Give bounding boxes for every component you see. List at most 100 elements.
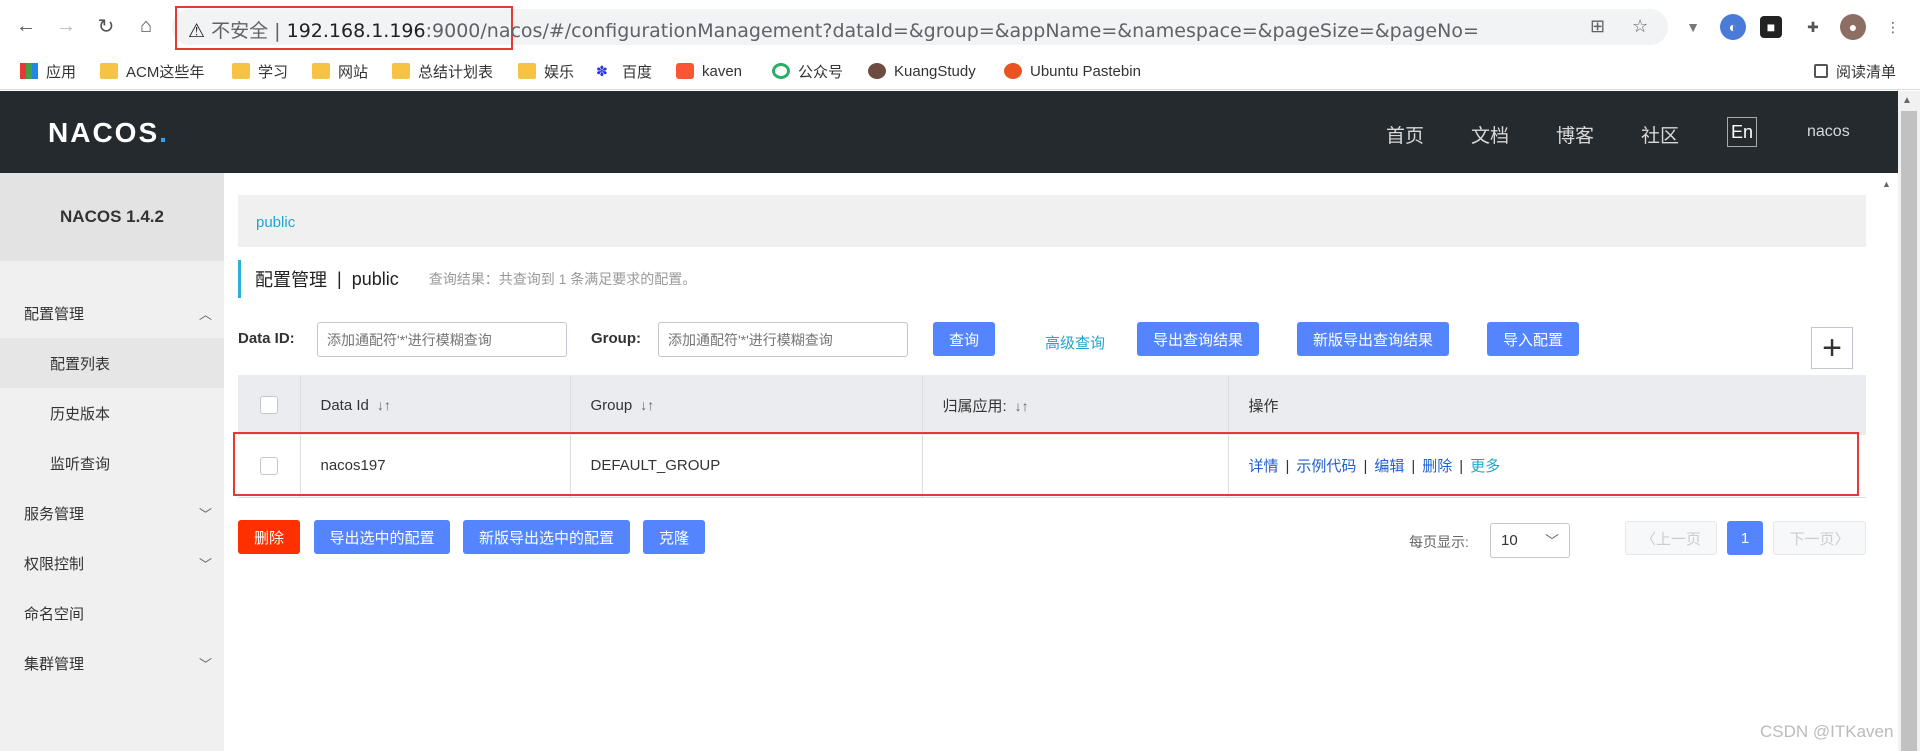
sort-icon[interactable]: ↓↑: [1015, 398, 1029, 414]
nav-community[interactable]: 社区: [1641, 121, 1679, 148]
language-switch-button[interactable]: En: [1727, 117, 1757, 147]
extension-icon[interactable]: ◐: [1720, 14, 1746, 40]
bookmark-label: KuangStudy: [894, 62, 976, 80]
more-link[interactable]: 更多: [1470, 458, 1500, 475]
export-selected-button[interactable]: 导出选中的配置: [314, 520, 450, 554]
sidebar-item-history[interactable]: 历史版本: [0, 388, 224, 438]
page-size-value: 10: [1501, 532, 1518, 549]
query-result-text: 查询结果：共查询到 1 条满足要求的配置。: [428, 271, 697, 287]
bookmark-sites[interactable]: 网站: [312, 60, 368, 82]
sidebar-item-config-management[interactable]: 配置管理 ︿: [0, 288, 224, 338]
menu-icon[interactable]: ⋮: [1880, 14, 1906, 40]
sidebar: NACOS 1.4.2 配置管理 ︿ 配置列表 历史版本 监听查询 服务管理 ﹀ 权…: [0, 173, 224, 751]
import-config-button[interactable]: 导入配置: [1487, 322, 1579, 356]
user-name[interactable]: nacos: [1807, 123, 1850, 141]
prev-page-button[interactable]: 〈上一页: [1625, 521, 1717, 555]
translate-icon[interactable]: ⊞: [1590, 16, 1605, 37]
bookmark-ubuntu[interactable]: Ubuntu Pastebin: [1004, 60, 1141, 82]
op-separator: |: [1285, 458, 1290, 476]
vue-devtools-icon[interactable]: ▼: [1680, 14, 1706, 40]
query-button[interactable]: 查询: [933, 322, 995, 356]
page-number-current[interactable]: 1: [1727, 521, 1763, 555]
nav-docs[interactable]: 文档: [1471, 121, 1509, 148]
group-input[interactable]: [658, 322, 908, 357]
chevron-down-icon: ﹀: [198, 506, 212, 522]
sidebar-item-label: 命名空间: [24, 605, 85, 623]
scroll-up-icon[interactable]: ▲: [1902, 95, 1912, 106]
sort-icon[interactable]: ↓↑: [640, 397, 654, 413]
sidebar-item-label: 权限控制: [24, 555, 85, 573]
bookmark-kuang[interactable]: KuangStudy: [868, 60, 976, 82]
back-icon[interactable]: ←: [12, 12, 40, 40]
puzzle-icon[interactable]: ✚: [1800, 14, 1826, 40]
sidebar-item-namespace[interactable]: 命名空间: [0, 588, 224, 638]
export-results-button[interactable]: 导出查询结果: [1137, 322, 1259, 356]
select-all-checkbox[interactable]: [260, 396, 278, 415]
group-label: Group:: [591, 330, 641, 347]
clone-button[interactable]: 克隆: [643, 520, 705, 554]
sidebar-item-service-management[interactable]: 服务管理 ﹀: [0, 488, 224, 538]
sidebar-item-listener-query[interactable]: 监听查询: [0, 438, 224, 488]
forward-icon[interactable]: →: [52, 12, 80, 40]
bookmark-star-icon[interactable]: ☆: [1632, 16, 1648, 37]
nav-home[interactable]: 首页: [1386, 121, 1424, 148]
bookmark-label: 网站: [338, 63, 369, 81]
edit-link[interactable]: 编辑: [1374, 458, 1404, 475]
sidebar-item-config-list[interactable]: 配置列表: [0, 338, 224, 388]
address-host: 192.168.1.196: [286, 20, 426, 42]
page-scrollbar[interactable]: ▲: [1898, 91, 1920, 751]
header-app[interactable]: 归属应用: ↓↑: [922, 375, 1229, 435]
kuang-icon: [868, 63, 886, 79]
bookmark-plan[interactable]: 总结计划表: [392, 60, 493, 82]
export-results-new-button[interactable]: 新版导出查询结果: [1297, 322, 1449, 356]
advanced-query-link[interactable]: 高级查询: [1045, 332, 1105, 353]
nav-blog[interactable]: 博客: [1556, 121, 1594, 148]
details-link[interactable]: 详情: [1249, 458, 1279, 475]
next-page-button[interactable]: 下一页〉: [1773, 521, 1866, 555]
bookmark-apps[interactable]: 应用: [20, 60, 76, 82]
chevron-right-icon: 〉: [1834, 530, 1850, 548]
extension-app-icon[interactable]: ■: [1760, 16, 1782, 38]
nacos-logo[interactable]: NACOS.: [48, 117, 169, 149]
bookmark-acm[interactable]: ACM这些年: [100, 60, 204, 82]
scroll-up-icon[interactable]: ▲: [1882, 179, 1891, 189]
header-data-id[interactable]: Data Id ↓↑: [300, 375, 571, 435]
export-selected-new-button[interactable]: 新版导出选中的配置: [463, 520, 630, 554]
bookmark-kaven[interactable]: kaven: [676, 60, 742, 82]
avatar[interactable]: ●: [1840, 14, 1866, 40]
address-separator: |: [274, 20, 281, 42]
address-text[interactable]: ⚠ 不安全 | 192.168.1.196:9000/nacos/#/confi…: [188, 16, 1479, 43]
cell-group: DEFAULT_GROUP: [570, 435, 923, 498]
page-size-select[interactable]: 10 ﹀: [1490, 523, 1570, 558]
header-group[interactable]: Group ↓↑: [570, 375, 923, 435]
scrollbar-thumb[interactable]: [1901, 111, 1917, 751]
content-scrollbar[interactable]: ▲: [1880, 173, 1894, 751]
address-rest: /#/configurationManagement?dataId=&group…: [542, 20, 1479, 42]
chevron-down-icon: ﹀: [1545, 532, 1559, 549]
chevron-down-icon: ﹀: [198, 656, 212, 672]
row-checkbox[interactable]: [260, 456, 278, 475]
reading-list[interactable]: 阅读清单: [1814, 60, 1896, 82]
sidebar-item-access-control[interactable]: 权限控制 ﹀: [0, 538, 224, 588]
bookmark-study[interactable]: 学习: [232, 60, 288, 82]
bookmark-label: 公众号: [798, 63, 844, 81]
csdn-icon: [676, 63, 694, 79]
home-icon[interactable]: ⌂: [132, 12, 160, 40]
namespace-tab-public[interactable]: public: [256, 214, 295, 231]
delete-link[interactable]: 删除: [1422, 458, 1452, 475]
sample-code-link[interactable]: 示例代码: [1296, 458, 1356, 475]
sidebar-item-label: 监听查询: [50, 455, 111, 473]
bookmark-wechat[interactable]: 公众号: [772, 60, 843, 82]
dataid-input[interactable]: [317, 322, 567, 357]
bookmark-label: ACM这些年: [126, 63, 205, 81]
folder-icon: [518, 63, 536, 79]
bookmark-baidu[interactable]: ✽ 百度: [596, 60, 652, 82]
bookmark-fun[interactable]: 娱乐: [518, 60, 574, 82]
sort-icon[interactable]: ↓↑: [377, 397, 391, 413]
sidebar-item-cluster-management[interactable]: 集群管理 ﹀: [0, 638, 224, 688]
delete-selected-button[interactable]: 删除: [238, 520, 300, 554]
reload-icon[interactable]: ↻: [92, 12, 120, 40]
browser-toolbar: ← → ↻ ⌂ ⚠ 不安全 | 192.168.1.196:9000/nacos…: [0, 0, 1920, 52]
add-config-button[interactable]: +: [1811, 327, 1853, 369]
page-title-text: 配置管理: [255, 270, 327, 290]
